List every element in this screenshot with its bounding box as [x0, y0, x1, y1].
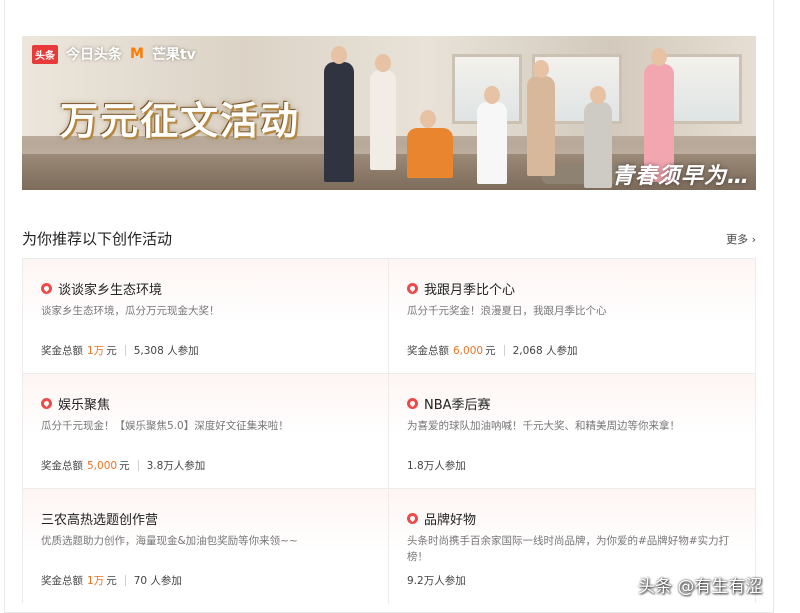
participant-count: 9.2万人参加	[407, 575, 466, 587]
prize-unit: 元	[485, 345, 496, 357]
prize-label: 奖金总额	[41, 575, 83, 587]
banner-person-head	[484, 86, 500, 104]
meta-divider	[124, 575, 126, 586]
activity-card[interactable]: 谈谈家乡生态环境谈家乡生态环境，瓜分万元现金大奖！ 奖金总额 1万元 5,308 人参…	[23, 259, 389, 374]
banner-person-head	[651, 48, 667, 66]
toutiao-logo-text: 今日头条	[66, 47, 122, 63]
activity-description: 谈家乡生态环境，瓜分万元现金大奖！	[41, 305, 220, 317]
participant-count: 1.8万人参加	[407, 460, 466, 472]
activity-card[interactable]: NBA季后赛为喜爱的球队加油呐喊！千元大奖、和精美周边等你来拿！ 1.8万人参加	[389, 374, 755, 489]
prize-unit: 元	[119, 460, 130, 472]
banner-person	[324, 62, 354, 182]
fire-icon	[407, 283, 418, 294]
activity-description: 优质选题助力创作，海量现金&加油包奖励等你来领~~	[41, 535, 298, 547]
fire-icon	[407, 513, 418, 524]
watermark: 头条 @有生有涩	[638, 577, 763, 597]
activity-title[interactable]: 三农高热选题创作营	[41, 509, 158, 528]
banner-person	[407, 128, 453, 178]
activity-banner[interactable]: 头条 今日头条 M 芒果tv 万元征文活动 青春须早为…	[22, 36, 756, 190]
toutiao-logo-icon: 头条	[32, 44, 58, 64]
banner-person	[477, 102, 507, 184]
activity-title[interactable]: 我跟月季比个心	[407, 279, 515, 298]
mango-logo-text: 芒果tv	[151, 47, 196, 63]
prize-unit: 元	[106, 345, 117, 357]
more-link[interactable]: 更多 ›	[726, 231, 756, 247]
banner-person	[370, 70, 396, 170]
activity-card[interactable]: 三农高热选题创作营优质选题助力创作，海量现金&加油包奖励等你来领~~ 奖金总额 1万…	[23, 489, 389, 604]
banner-person-head	[420, 110, 436, 128]
activity-meta: 奖金总额 6,000 元 2,068 人参加	[407, 343, 577, 358]
activity-title-text: 娱乐聚焦	[58, 398, 111, 413]
banner-person	[584, 102, 612, 188]
more-label: 更多	[726, 233, 749, 246]
activity-title[interactable]: 娱乐聚焦	[41, 394, 110, 413]
activity-card[interactable]: 我跟月季比个心瓜分千元奖金！浪漫夏日，我跟月季比个心 奖金总额 6,000 元 2,06…	[389, 259, 755, 374]
participant-count: 2,068 人参加	[512, 345, 578, 357]
activity-title-text: 品牌好物	[424, 513, 477, 528]
banner-person-head	[590, 86, 606, 104]
fire-icon	[41, 398, 52, 409]
prize-value: 1万	[87, 345, 105, 357]
fire-icon	[41, 283, 52, 294]
activity-title[interactable]: NBA季后赛	[407, 394, 491, 413]
meta-divider	[124, 345, 126, 356]
activity-description: 瓜分千元现金！【娱乐聚焦5.0】深度好文征集来啦！	[41, 420, 289, 432]
activity-card[interactable]: 娱乐聚焦瓜分千元现金！【娱乐聚焦5.0】深度好文征集来啦！ 奖金总额 5,000 元 3…	[23, 374, 389, 489]
participant-count: 3.8万人参加	[146, 460, 206, 472]
activity-meta: 9.2万人参加	[407, 573, 466, 588]
activity-meta: 1.8万人参加	[407, 458, 466, 473]
activity-meta: 奖金总额 1万元 70 人参加	[41, 573, 182, 588]
activity-title[interactable]: 谈谈家乡生态环境	[41, 279, 162, 298]
prize-value: 1万	[87, 575, 105, 587]
fire-icon	[407, 398, 418, 409]
activity-description: 瓜分千元奖金！浪漫夏日，我跟月季比个心	[407, 305, 607, 317]
prize-unit: 元	[106, 575, 117, 587]
activity-title[interactable]: 品牌好物	[407, 509, 476, 528]
section-title: 为你推荐以下创作活动	[22, 230, 173, 248]
activity-meta: 奖金总额 5,000 元 3.8万人参加	[41, 458, 205, 473]
banner-person-head	[533, 60, 549, 78]
banner-show-title: 青春须早为…	[612, 164, 751, 189]
banner-title: 万元征文活动	[60, 98, 301, 143]
activity-meta: 奖金总额 1万元 5,308 人参加	[41, 343, 199, 358]
banner-person-head	[375, 54, 391, 72]
chevron-right-icon: ›	[751, 233, 756, 246]
activity-description: 头条时尚携手百余家国际一线时尚品牌，为你爱的#品牌好物#实力打榜！	[407, 535, 730, 563]
mango-logo-icon: M	[130, 46, 144, 62]
participant-count: 70 人参加	[133, 575, 182, 587]
recommend-section-header: 为你推荐以下创作活动 更多 ›	[22, 228, 756, 248]
activity-title-text: 谈谈家乡生态环境	[58, 283, 163, 298]
prize-label: 奖金总额	[407, 345, 449, 357]
activity-title-text: 三农高热选题创作营	[41, 513, 159, 528]
banner-person-head	[331, 46, 347, 64]
banner-person	[527, 76, 555, 176]
banner-logos: 头条 今日头条 M 芒果tv	[32, 44, 196, 64]
prize-value: 6,000	[453, 344, 484, 357]
prize-label: 奖金总额	[41, 460, 83, 472]
activity-title-text: 我跟月季比个心	[424, 283, 516, 298]
activity-title-text: NBA季后赛	[424, 398, 491, 413]
prize-label: 奖金总额	[41, 345, 83, 357]
banner-window	[662, 54, 742, 124]
activity-grid: 谈谈家乡生态环境 谈家乡生态环境，瓜分万元现金大奖！ 奖金总额 1万元 5,308 人参…	[22, 258, 756, 604]
prize-value: 5,000	[87, 459, 118, 472]
meta-divider	[137, 460, 139, 471]
meta-divider	[503, 345, 505, 356]
activity-description: 为喜爱的球队加油呐喊！千元大奖、和精美周边等你来拿！	[407, 420, 680, 432]
participant-count: 5,308 人参加	[133, 345, 199, 357]
